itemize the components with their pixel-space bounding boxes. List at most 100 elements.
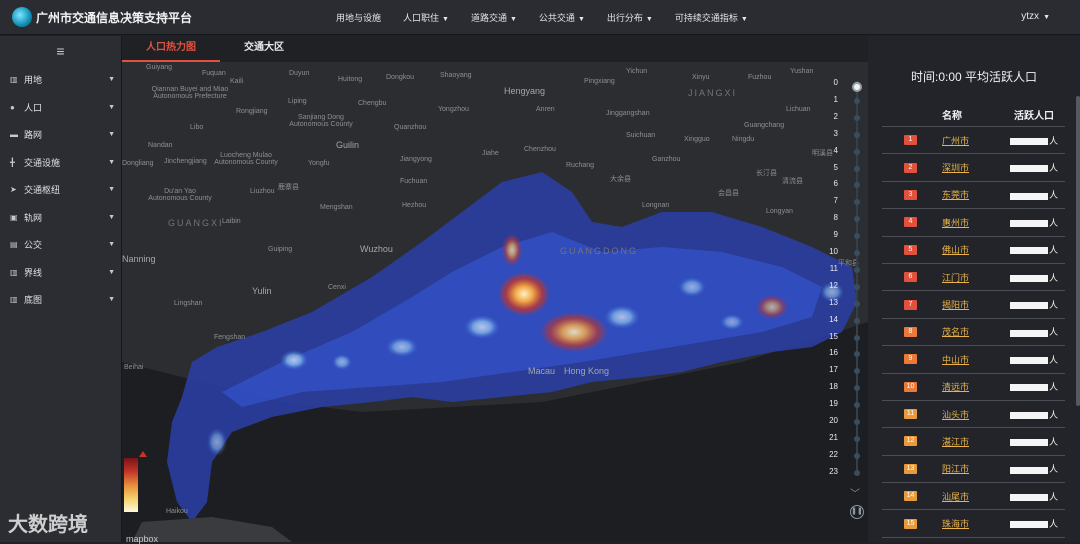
time-label[interactable]: 20: [829, 416, 838, 425]
time-label[interactable]: 3: [834, 129, 838, 138]
time-label[interactable]: 5: [834, 163, 838, 172]
sidebar-item-land[interactable]: ▥ 用地 ▼: [0, 66, 121, 94]
sidebar-item-bus[interactable]: ▤ 公交 ▼: [0, 231, 121, 259]
time-label[interactable]: 15: [829, 332, 838, 341]
pause-icon[interactable]: ❚❚: [850, 505, 864, 519]
time-tick[interactable]: [854, 148, 860, 155]
time-tick[interactable]: [854, 317, 860, 324]
time-tick[interactable]: [854, 266, 860, 273]
city-link[interactable]: 佛山市: [942, 243, 969, 256]
city-link[interactable]: 广州市: [942, 134, 969, 147]
population-value: 人: [1010, 134, 1058, 147]
chevron-down-icon[interactable]: ﹀: [850, 485, 860, 500]
time-label[interactable]: 11: [830, 264, 838, 273]
nav-public-transit[interactable]: 公共交通 ▼: [539, 11, 585, 24]
caret-down-icon: ▼: [509, 16, 517, 23]
time-slider[interactable]: 0 1 2 3 4 5 6 7 8 9 10 11 12 13 14 15 16 17 18 19 20 21 22 23 ﹀…: [826, 62, 866, 532]
time-label[interactable]: 19: [829, 399, 838, 408]
city-link[interactable]: 汕尾市: [942, 490, 969, 503]
sidebar-item-traffic-facilities[interactable]: ╋ 交通设施 ▼: [0, 149, 121, 177]
nav-road-traffic[interactable]: 道路交通 ▼: [471, 11, 517, 24]
redacted-value: [1010, 411, 1048, 419]
time-label[interactable]: 9: [834, 230, 838, 239]
time-tick[interactable]: [854, 165, 860, 172]
time-tick[interactable]: [854, 233, 860, 240]
city-link[interactable]: 阳江市: [942, 462, 969, 475]
time-tick[interactable]: [854, 334, 860, 341]
time-label[interactable]: 0: [834, 78, 838, 87]
sidebar-item-road-network[interactable]: ▬ 路网 ▼: [0, 121, 121, 149]
nav-land-facilities[interactable]: 用地与设施: [336, 11, 381, 24]
population-value: 人: [1010, 271, 1058, 284]
table-row: 7 揭阳市 人: [882, 291, 1065, 319]
sidebar: ≡ ▥ 用地 ▼ ● 人口 ▼ ▬ 路网 ▼ ╋ 交通设施 ▼ ➤ 交通枢纽 ▼ ▣ 轨网 ▼ ▤ 公交 ▼…: [0, 36, 122, 542]
time-tick[interactable]: [854, 368, 860, 375]
time-label[interactable]: 7: [834, 196, 838, 205]
time-tick[interactable]: [854, 469, 860, 476]
time-tick[interactable]: [854, 182, 860, 189]
time-handle[interactable]: [852, 82, 862, 92]
sidebar-item-population[interactable]: ● 人口 ▼: [0, 94, 121, 122]
table-row: 13 阳江市 人: [882, 456, 1065, 484]
time-tick[interactable]: [854, 402, 860, 409]
sidebar-item-rail[interactable]: ▣ 轨网 ▼: [0, 204, 121, 232]
city-link[interactable]: 惠州市: [942, 216, 969, 229]
sidebar-item-boundary[interactable]: ▥ 界线 ▼: [0, 259, 121, 287]
time-tick[interactable]: [854, 452, 860, 459]
city-link[interactable]: 茂名市: [942, 325, 969, 338]
sidebar-item-basemap[interactable]: ▥ 底图 ▼: [0, 286, 121, 314]
time-label[interactable]: 1: [834, 95, 838, 104]
time-tick[interactable]: [854, 300, 860, 307]
time-tick[interactable]: [854, 199, 860, 206]
city-link[interactable]: 深圳市: [942, 161, 969, 174]
time-label[interactable]: 21: [829, 433, 838, 442]
city-link[interactable]: 江门市: [942, 271, 969, 284]
time-label[interactable]: 22: [829, 450, 838, 459]
map-label: Libo: [190, 124, 204, 131]
time-tick[interactable]: [854, 283, 860, 290]
time-tick[interactable]: [854, 131, 860, 138]
time-label[interactable]: 8: [834, 213, 838, 222]
time-label[interactable]: 18: [829, 382, 838, 391]
time-label[interactable]: 6: [834, 179, 838, 188]
table-row: 9 中山市 人: [882, 346, 1065, 374]
time-tick[interactable]: [854, 216, 860, 223]
map-label: Duyun: [289, 70, 310, 77]
time-label[interactable]: 14: [829, 315, 838, 324]
time-tick[interactable]: [854, 419, 860, 425]
city-link[interactable]: 揭阳市: [942, 298, 969, 311]
time-label[interactable]: 16: [829, 348, 838, 357]
map-canvas[interactable]: Guiyang Fuquan Kaili Duyun Huitong Dongk…: [122, 62, 868, 542]
sidebar-item-transport-hub[interactable]: ➤ 交通枢纽 ▼: [0, 176, 121, 204]
panel-scrollbar[interactable]: [1076, 96, 1080, 406]
time-tick[interactable]: [854, 435, 860, 442]
city-link[interactable]: 湛江市: [942, 435, 969, 448]
nav-sustainable-indicators[interactable]: 可持续交通指标 ▼: [675, 11, 748, 24]
time-tick[interactable]: [854, 97, 860, 104]
time-tick[interactable]: [854, 250, 860, 256]
city-link[interactable]: 汕头市: [942, 408, 969, 421]
time-label[interactable]: 23: [829, 467, 838, 476]
city-link[interactable]: 东莞市: [942, 188, 969, 201]
redacted-value: [1010, 329, 1048, 337]
time-label[interactable]: 10: [829, 247, 838, 256]
time-label[interactable]: 12: [829, 281, 838, 290]
time-label[interactable]: 17: [829, 365, 838, 374]
nav-population[interactable]: 人口职住 ▼: [403, 11, 449, 24]
time-tick[interactable]: [854, 351, 860, 358]
city-link[interactable]: 中山市: [942, 353, 969, 366]
tab-traffic-zones[interactable]: 交通大区: [220, 36, 308, 62]
hamburger-icon[interactable]: ≡: [0, 36, 121, 66]
city-link[interactable]: 清远市: [942, 380, 969, 393]
time-tick[interactable]: [854, 385, 860, 392]
time-label[interactable]: 13: [829, 298, 838, 307]
time-label[interactable]: 2: [834, 112, 838, 121]
user-menu[interactable]: ytzx ▼: [1021, 11, 1050, 22]
tab-population-heatmap[interactable]: 人口热力图: [122, 36, 220, 62]
map-label: Hezhou: [402, 202, 427, 209]
time-tick[interactable]: [854, 114, 860, 121]
time-label[interactable]: 4: [834, 146, 838, 155]
nav-trip-distribution[interactable]: 出行分布 ▼: [607, 11, 653, 24]
city-link[interactable]: 珠海市: [942, 517, 969, 530]
caret-down-icon: ▼: [645, 16, 653, 23]
